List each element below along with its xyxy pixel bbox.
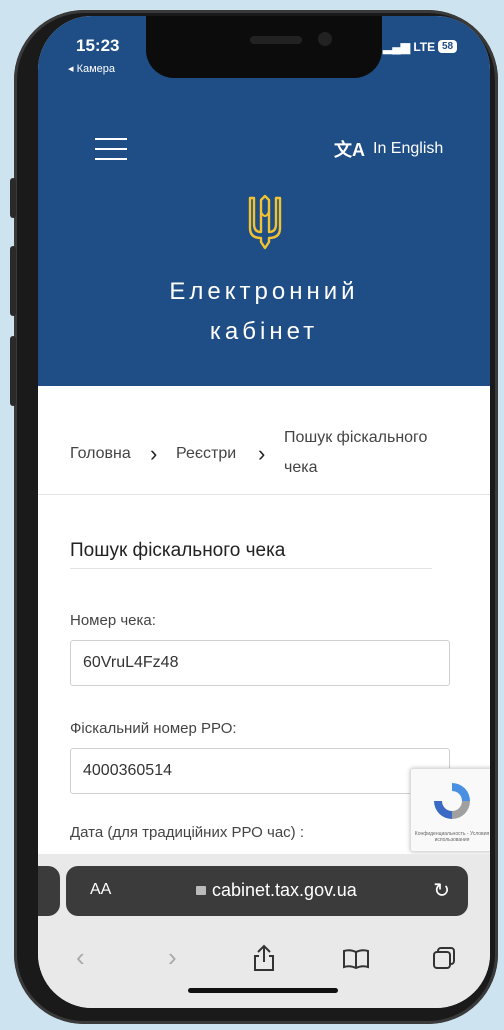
notch xyxy=(146,16,382,78)
coat-of-arms-icon xyxy=(248,194,282,250)
fiscal-number-label: Фіскальний номер РРО: xyxy=(70,720,237,737)
forward-arrow-icon[interactable]: › xyxy=(168,942,177,973)
url-display[interactable]: cabinet.tax.gov.ua xyxy=(196,880,357,901)
divider xyxy=(38,494,490,495)
battery-indicator: 58 xyxy=(438,40,458,53)
speaker xyxy=(250,36,302,44)
hamburger-menu-icon[interactable] xyxy=(95,138,127,164)
signal-indicator: ▂▄▆ LTE xyxy=(383,40,435,54)
breadcrumb-current-line1: Пошук фіскального xyxy=(284,429,428,446)
chevron-right-icon: › xyxy=(150,441,158,466)
page-title-line2: кабінет xyxy=(209,318,319,345)
language-label: In English xyxy=(373,140,444,157)
text-size-button[interactable]: AA xyxy=(90,881,111,899)
recaptcha-text: Конфиденциальность - Условия использован… xyxy=(414,831,490,843)
url-text: cabinet.tax.gov.ua xyxy=(212,880,357,900)
network-type: LTE xyxy=(413,40,436,54)
silent-switch xyxy=(10,178,16,218)
chevron-right-icon: › xyxy=(258,441,266,466)
page-title-line1: Електронний xyxy=(169,278,359,305)
signal-bars-icon: ▂▄▆ xyxy=(383,40,410,54)
volume-down-button xyxy=(10,336,16,406)
browser-toolbar: AA cabinet.tax.gov.ua ↻ ‹ › xyxy=(38,854,490,1008)
form-title: Пошук фіскального чека xyxy=(70,540,286,561)
breadcrumb-current-line2: чека xyxy=(284,459,318,476)
bookmarks-icon[interactable] xyxy=(342,948,370,970)
breadcrumb-registers[interactable]: Реєстри xyxy=(176,445,236,463)
address-bar[interactable]: AA cabinet.tax.gov.ua ↻ xyxy=(66,866,468,916)
recaptcha-icon xyxy=(434,783,470,819)
fiscal-number-input[interactable]: 4000360514 xyxy=(70,748,450,794)
share-icon[interactable] xyxy=(252,944,276,972)
back-to-app-link[interactable]: ◂ Камера xyxy=(68,62,115,75)
previous-tab-preview[interactable] xyxy=(38,866,60,916)
volume-up-button xyxy=(10,246,16,316)
tabs-icon[interactable] xyxy=(432,946,456,970)
recaptcha-widget[interactable]: Конфиденциальность - Условия использован… xyxy=(410,768,490,852)
back-arrow-icon[interactable]: ‹ xyxy=(76,942,85,973)
phone-screen: 15:23 ◂ Камера ▂▄▆ LTE 58 文A In English … xyxy=(38,16,490,1008)
reload-icon[interactable]: ↻ xyxy=(433,878,450,903)
status-bar: 15:23 ◂ Камера ▂▄▆ LTE 58 xyxy=(38,16,490,86)
receipt-number-label: Номер чека: xyxy=(70,612,156,629)
breadcrumb-home[interactable]: Головна xyxy=(70,445,131,463)
language-switch[interactable]: 文A In English xyxy=(334,136,443,162)
front-camera xyxy=(318,32,332,46)
status-time: 15:23 xyxy=(76,36,120,55)
divider xyxy=(70,568,432,569)
translate-icon: 文A xyxy=(334,140,365,160)
home-indicator[interactable] xyxy=(188,988,338,993)
receipt-number-input[interactable]: 60VruL4Fz48 xyxy=(70,640,450,686)
date-label: Дата (для традиційних РРО час) : xyxy=(70,824,304,841)
lock-icon xyxy=(196,886,206,895)
